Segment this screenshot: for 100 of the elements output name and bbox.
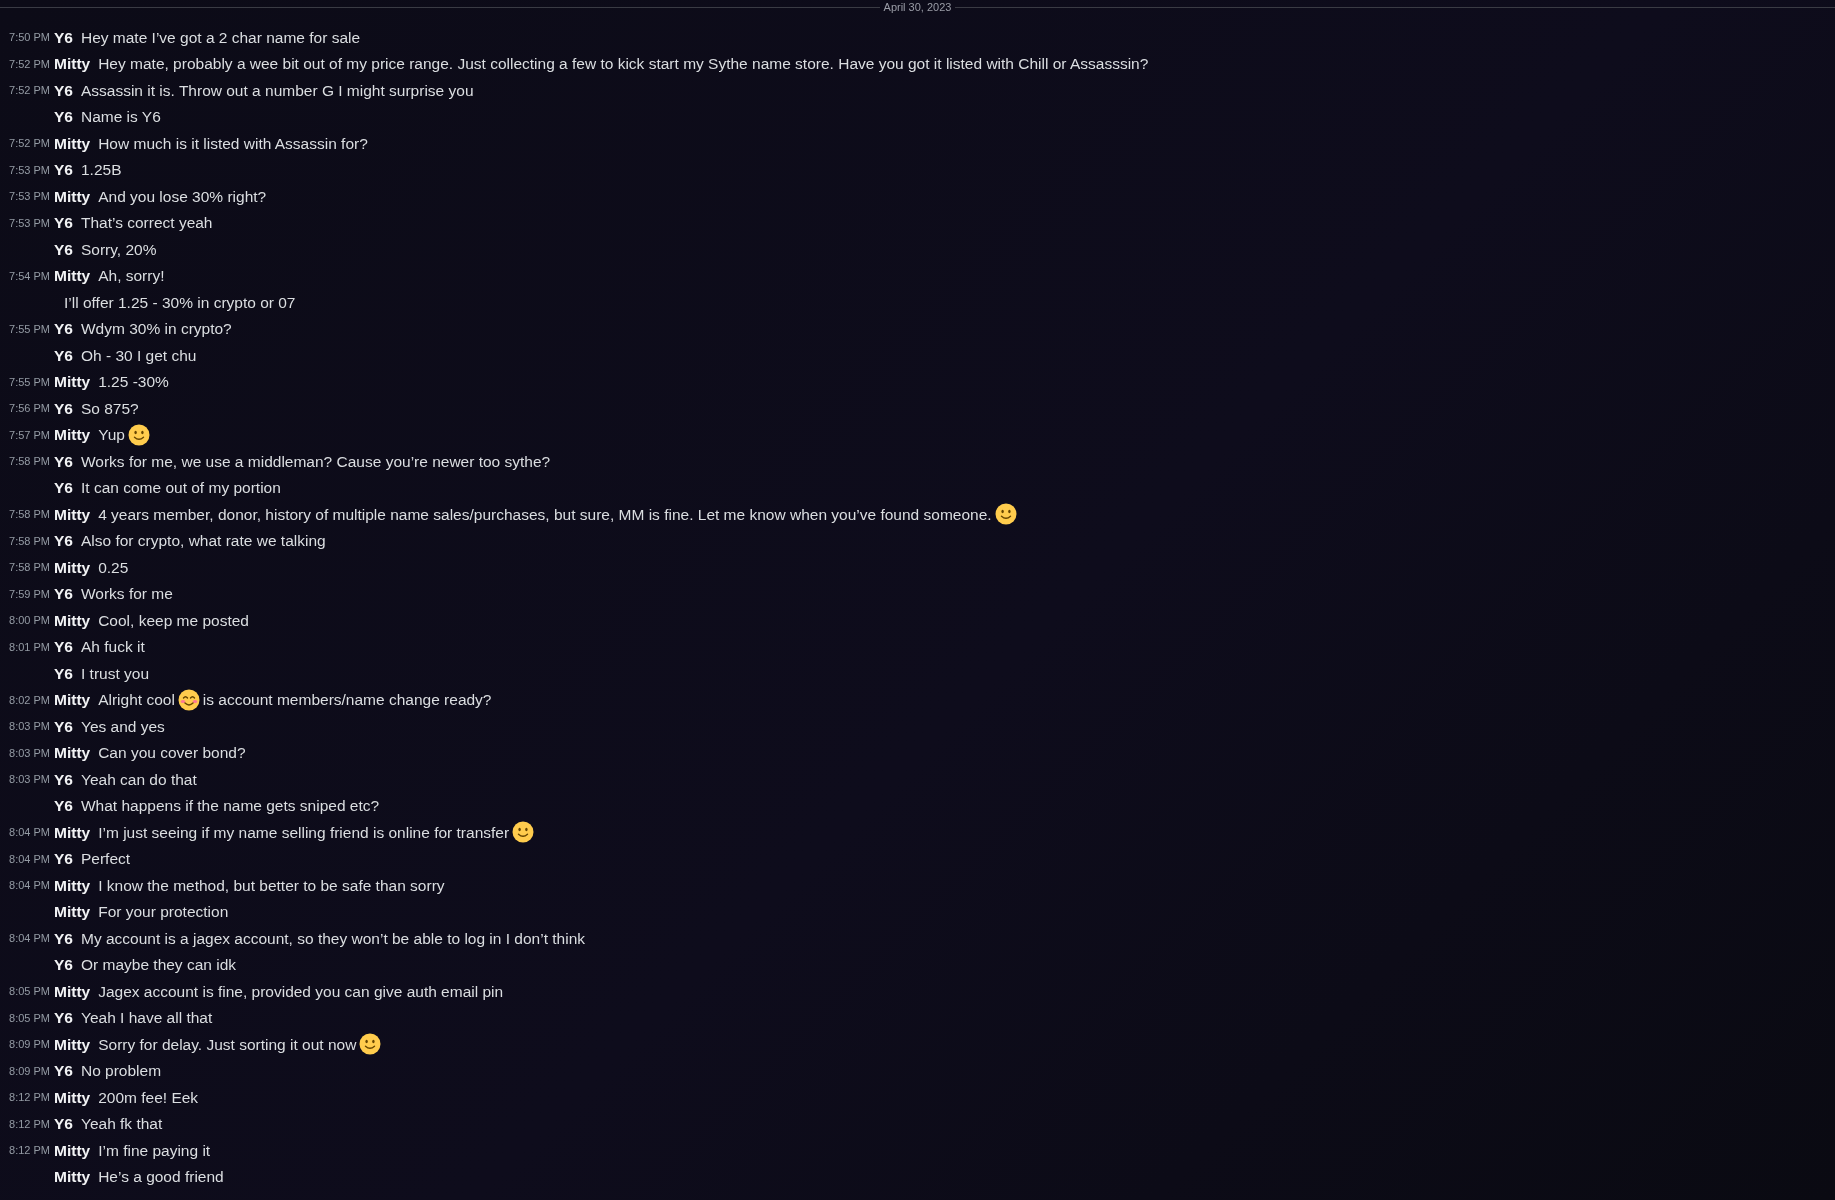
message-timestamp: 7:54 PM (9, 268, 50, 284)
message-text: Assassin it is. Throw out a number G I might surprise you (80, 80, 474, 101)
message-text: Perfect (80, 849, 131, 870)
username[interactable]: Y6 (54, 396, 73, 420)
username[interactable]: Y6 (54, 317, 73, 341)
username[interactable]: Y6 (54, 847, 73, 871)
message-text: Can you cover bond? (98, 743, 246, 764)
username[interactable]: Y6 (54, 794, 73, 818)
message-text: He’s a good friend (98, 1167, 224, 1188)
message-text: Or maybe they can idk (80, 955, 237, 976)
username[interactable]: Mitty (54, 688, 91, 712)
message-text: 0.25 (98, 557, 129, 578)
message-text: Alright cool (98, 690, 175, 711)
message-timestamp: 7:53 PM (9, 215, 50, 231)
username[interactable]: Y6 (54, 661, 73, 685)
username[interactable]: Y6 (54, 714, 73, 738)
username[interactable]: Y6 (54, 1059, 73, 1083)
message-timestamp: 8:09 PM (9, 1037, 50, 1052)
username[interactable]: Y6 (54, 926, 73, 950)
smiley-emoji-icon (127, 423, 150, 446)
username[interactable]: Mitty (54, 608, 91, 632)
message-text: Works for me, we use a middleman? Cause you’re newer too sythe? (80, 451, 551, 472)
username[interactable]: Y6 (54, 582, 73, 606)
message-text: Name is Y6 (80, 107, 161, 128)
message-text: That’s correct yeah (80, 213, 213, 234)
message-text: Hey mate I’ve got a 2 char name for sale (80, 27, 361, 48)
message-timestamp: 7:50 PM (9, 30, 50, 45)
message-timestamp: 8:04 PM (9, 931, 50, 946)
smiley-emoji-icon (994, 503, 1017, 526)
message-text: is account members/name change ready? (202, 690, 492, 711)
username[interactable]: Mitty (54, 555, 91, 579)
message-text: Hey mate, probably a wee bit out of my price range. Just collecting a few to kick start my Sythe name store. Have you got it listed with Chill or Assasssin? (98, 54, 1149, 75)
username[interactable]: Y6 (54, 211, 73, 235)
username[interactable]: Mitty (54, 820, 91, 844)
username[interactable]: Mitty (54, 1165, 91, 1189)
message-text: Yup (98, 425, 125, 446)
message-timestamp: 8:04 PM (9, 825, 50, 840)
message-text: I’m fine paying it (98, 1140, 211, 1161)
message-text: Sorry for delay. Just sorting it out now (98, 1034, 357, 1055)
username[interactable]: Y6 (54, 529, 73, 553)
message-timestamp: 7:52 PM (9, 56, 50, 72)
username[interactable]: Mitty (54, 264, 91, 288)
message-timestamp: 7:52 PM (9, 136, 50, 151)
username[interactable]: Y6 (54, 78, 73, 102)
username[interactable]: Mitty (54, 979, 91, 1003)
username[interactable]: Mitty (54, 184, 91, 208)
message-text: Wdym 30% in crypto? (80, 319, 232, 340)
message-text: Oh - 30 I get chu (80, 345, 197, 366)
message-text: 1.25 -30% (98, 372, 169, 393)
message-timestamp: 8:12 PM (9, 1143, 50, 1158)
message-timestamp: 8:04 PM (9, 851, 50, 867)
username[interactable]: Mitty (54, 1032, 91, 1056)
message-timestamp: 8:12 PM (9, 1090, 50, 1105)
username[interactable]: Mitty (54, 1138, 91, 1162)
username[interactable]: Y6 (54, 635, 73, 659)
username[interactable]: Y6 (54, 237, 73, 261)
message-timestamp: 7:58 PM (9, 560, 50, 575)
username[interactable]: Y6 (54, 105, 73, 129)
message-timestamp: 8:03 PM (9, 772, 50, 787)
message-text: Ah, sorry! (98, 266, 165, 287)
message-timestamp: 8:00 PM (9, 613, 50, 628)
username[interactable]: Mitty (54, 1085, 91, 1109)
username[interactable]: Y6 (54, 343, 73, 367)
message-timestamp: 7:57 PM (9, 427, 50, 443)
message-text: No problem (80, 1061, 162, 1082)
message-timestamp: 7:55 PM (9, 321, 50, 337)
message-timestamp: 7:53 PM (9, 189, 50, 204)
message-text: Yes and yes (80, 716, 165, 737)
username[interactable]: Y6 (54, 1006, 73, 1030)
username[interactable]: Mitty (54, 873, 91, 897)
message-text: So 875? (80, 398, 139, 419)
message-text: Yeah I have all that (80, 1008, 213, 1029)
message-text: Ah fuck it (80, 637, 145, 658)
username[interactable]: Mitty (54, 502, 91, 526)
message-timestamp: 7:55 PM (9, 374, 50, 390)
username[interactable]: Y6 (54, 25, 73, 49)
message-text: 1.25B (80, 160, 122, 181)
message-text: How much is it listed with Assassin for? (98, 133, 368, 154)
message-timestamp: 7:53 PM (9, 162, 50, 178)
message-timestamp: 7:58 PM (9, 454, 50, 469)
username[interactable]: Mitty (54, 741, 91, 765)
message-timestamp: 7:52 PM (9, 83, 50, 98)
username[interactable]: Mitty (54, 52, 91, 76)
username[interactable]: Mitty (54, 423, 91, 447)
message-timestamp: 8:12 PM (9, 1116, 50, 1132)
message-text: 200m fee! Eek (98, 1087, 199, 1108)
message-timestamp: 8:04 PM (9, 878, 50, 893)
username[interactable]: Mitty (54, 900, 91, 924)
username[interactable]: Y6 (54, 767, 73, 791)
message-text: It can come out of my portion (80, 478, 281, 499)
username[interactable]: Y6 (54, 1112, 73, 1136)
username[interactable]: Y6 (54, 158, 73, 182)
username[interactable]: Mitty (54, 370, 91, 394)
message-text: I trust you (80, 663, 150, 684)
message-timestamp: 8:05 PM (9, 1010, 50, 1026)
username[interactable]: Y6 (54, 449, 73, 473)
message-text: What happens if the name gets sniped etc? (80, 796, 380, 817)
username[interactable]: Y6 (54, 476, 73, 500)
username[interactable]: Y6 (54, 953, 73, 977)
username[interactable]: Mitty (54, 131, 91, 155)
